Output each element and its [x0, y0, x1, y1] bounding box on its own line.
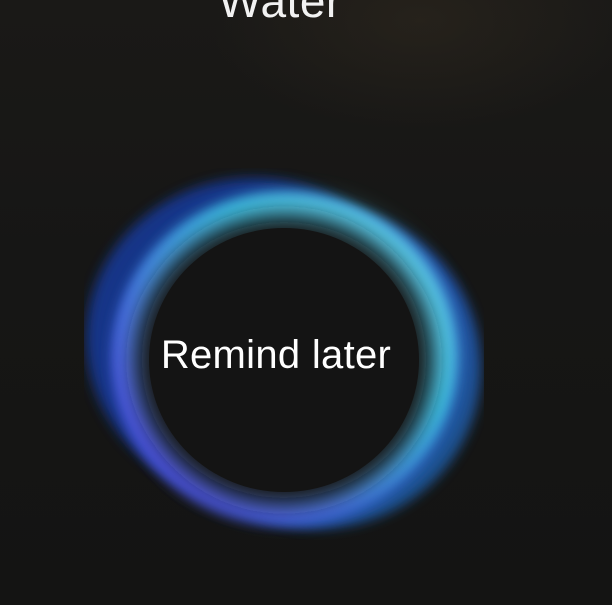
remind-later-label: Remind later — [160, 333, 392, 377]
remind-later-button[interactable]: Remind later — [84, 168, 484, 540]
reminder-title: Water — [218, 0, 342, 27]
watch-screen: Water Remind later — [0, 0, 612, 605]
